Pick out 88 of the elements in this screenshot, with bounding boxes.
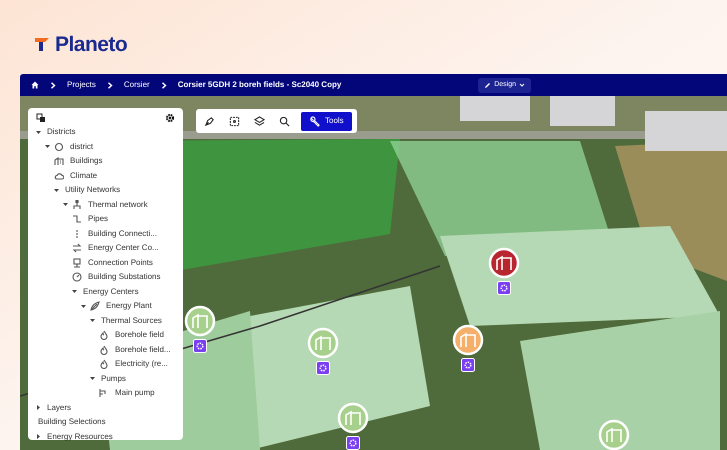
tree-label: Districts (47, 126, 76, 138)
pencil-icon (484, 82, 492, 88)
tree-item[interactable]: Building Connecti... (72, 226, 175, 241)
tree-label: district (70, 140, 94, 153)
tree-item[interactable]: Energy Centers (72, 284, 175, 299)
gear-marker-icon[interactable] (497, 281, 511, 295)
tree-label: Utility Networks (65, 184, 120, 196)
gear-marker-icon[interactable] (193, 339, 207, 353)
chevron-right-icon (160, 82, 167, 88)
tree-item[interactable]: Districts (36, 125, 175, 140)
leaf-icon (90, 301, 100, 312)
select-box-icon (229, 116, 240, 126)
tree-label: Pumps (101, 372, 126, 385)
chevron-right-icon (50, 82, 56, 88)
tree-item[interactable]: Energy Resources (36, 430, 175, 444)
cloud-icon (54, 170, 64, 181)
brand-name: Planeto (55, 34, 128, 56)
hierarchy-icon (72, 200, 82, 210)
gauge-icon (72, 272, 82, 282)
tree-item[interactable]: Building Substations (72, 270, 175, 284)
tree-item[interactable]: Energy Plant (81, 299, 175, 314)
tree-item[interactable]: Thermal Sources (90, 314, 175, 328)
tree-label: Pipes (88, 213, 108, 226)
tree-label: Electricity (re... (115, 358, 168, 370)
tree-label: Thermal Sources (101, 314, 162, 327)
tree-label: Thermal network (88, 198, 148, 211)
tree-item[interactable]: Climate (54, 168, 175, 183)
caret-down-icon[interactable] (54, 188, 59, 193)
breadcrumb-link[interactable]: Projects (67, 79, 96, 91)
tree-label: Building Selections (38, 416, 106, 428)
chevron-right-icon (106, 82, 113, 88)
tree-item[interactable]: Utility Networks (54, 183, 175, 198)
caret-right-icon[interactable] (36, 434, 41, 440)
tree-item[interactable]: Pipes (72, 212, 175, 226)
exchange-icon (72, 243, 82, 254)
plug-icon (72, 258, 82, 268)
layers-icon (254, 116, 265, 126)
tree-item[interactable]: district (45, 140, 175, 154)
tools-button[interactable]: Tools (301, 112, 352, 130)
gear-marker-icon[interactable] (461, 358, 475, 372)
caret-down-icon[interactable] (90, 318, 95, 324)
flame-icon (99, 330, 109, 340)
tree-label: Building Connecti... (88, 228, 157, 240)
breadcrumb-link[interactable]: Corsier (124, 79, 150, 91)
tree-label: Main pump (115, 387, 155, 400)
caret-down-icon[interactable] (45, 144, 50, 150)
tree-label: Energy Plant (106, 300, 152, 312)
tree-label: Buildings (70, 155, 102, 168)
tree-item[interactable]: Pumps (90, 372, 175, 386)
settings-icon[interactable] (165, 113, 175, 123)
gear-marker-icon[interactable] (316, 361, 330, 375)
stack-icon[interactable] (36, 113, 46, 123)
tree-label: Borehole field (115, 329, 164, 342)
caret-down-icon[interactable] (63, 202, 68, 208)
tree-item[interactable]: Layers (36, 400, 175, 415)
circle-icon (54, 142, 64, 152)
tree-item[interactable]: Connection Points (72, 256, 175, 270)
caret-down-icon[interactable] (90, 376, 95, 382)
flame-icon (99, 344, 109, 355)
caret-right-icon[interactable] (36, 405, 41, 410)
tree-item[interactable]: Building Selections (36, 415, 175, 430)
tree-label: Building Substations (88, 271, 160, 284)
tree-label: Borehole field... (115, 344, 171, 356)
tree-label: Energy Resources (47, 430, 113, 443)
pipe-icon (72, 214, 82, 224)
tree-item[interactable]: Energy Center Co... (72, 241, 175, 256)
tree-label: Layers (47, 402, 72, 414)
tree-item[interactable]: Borehole field... (99, 342, 175, 357)
tree-label: Connection Points (88, 256, 153, 269)
wrench-icon (309, 116, 320, 126)
tree-item[interactable]: Buildings (54, 154, 175, 168)
chevron-down-icon (519, 83, 525, 87)
tree-item[interactable]: Electricity (re... (99, 357, 175, 372)
tree-item[interactable]: Main pump (99, 386, 175, 400)
home-icon[interactable] (31, 81, 39, 89)
caret-down-icon[interactable] (81, 304, 86, 309)
search-icon (279, 116, 290, 126)
gear-marker-icon[interactable] (346, 436, 360, 450)
tree-label: Energy Center Co... (88, 242, 159, 254)
flame-icon (99, 359, 109, 370)
pen-nib-icon (204, 116, 215, 126)
tree-item[interactable]: Thermal network (63, 198, 175, 212)
caret-down-icon[interactable] (36, 130, 41, 135)
buildings-icon (54, 156, 64, 166)
tree-item[interactable]: Borehole field (99, 328, 175, 342)
caret-down-icon[interactable] (72, 289, 77, 294)
tree-label: Climate (70, 170, 98, 182)
tree-label: Energy Centers (83, 286, 139, 298)
